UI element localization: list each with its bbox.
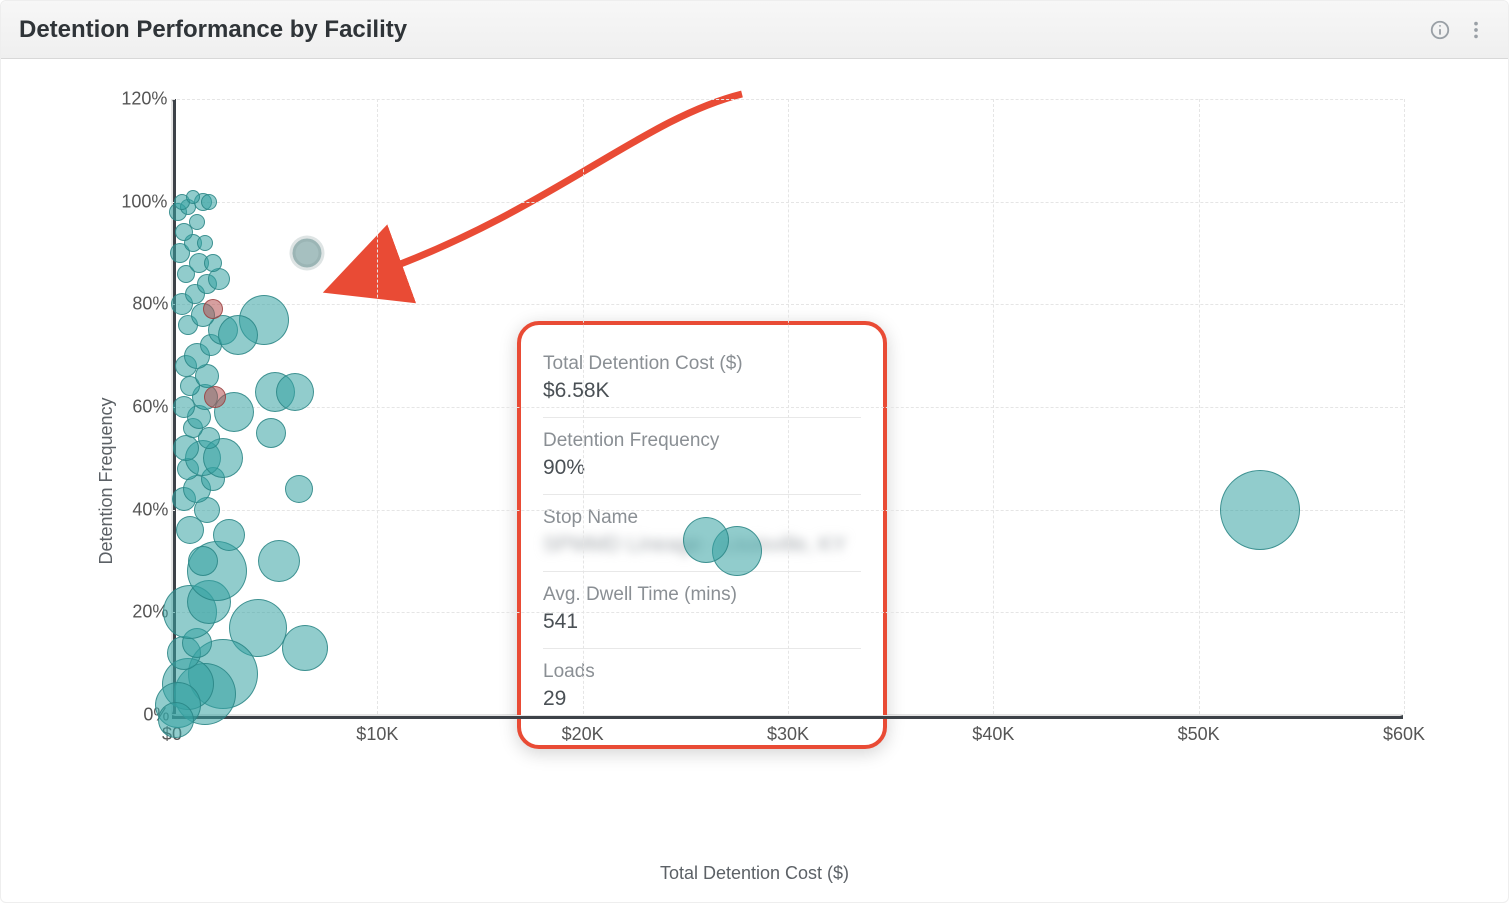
- x-tick-label: $10K: [356, 724, 398, 745]
- plot-region[interactable]: Total Detention Cost ($) $6.58K Detention …: [171, 99, 1403, 715]
- annotation-arrow: [522, 89, 782, 329]
- bubble[interactable]: [218, 315, 258, 355]
- card-title: Detention Performance by Facility: [19, 16, 1418, 44]
- bubble[interactable]: [285, 475, 313, 503]
- info-icon[interactable]: [1426, 16, 1454, 44]
- tooltip-value: 541: [543, 610, 861, 634]
- chart-area: Detention Frequency Total Detention Cost…: [1, 59, 1508, 902]
- x-tick-label: $60K: [1383, 724, 1425, 745]
- bubble[interactable]: [258, 540, 300, 582]
- x-tick-label: $50K: [1178, 724, 1220, 745]
- bubble[interactable]: [158, 702, 194, 738]
- bubble-selected[interactable]: [293, 239, 322, 268]
- tooltip-item: Detention Frequency 90%: [543, 418, 861, 495]
- bubble[interactable]: [188, 546, 218, 576]
- y-tick-label: 120%: [121, 89, 167, 110]
- bubble[interactable]: [683, 517, 729, 563]
- tooltip-value: $6.58K: [543, 379, 861, 403]
- y-tick-label: 80%: [132, 294, 168, 315]
- y-axis-label: Detention Frequency: [96, 397, 117, 564]
- x-tick-label: $20K: [562, 724, 604, 745]
- x-axis-label: Total Detention Cost ($): [660, 863, 849, 884]
- bubble[interactable]: [213, 519, 245, 551]
- y-tick-label: 60%: [132, 397, 168, 418]
- y-tick-label: 40%: [132, 499, 168, 520]
- tooltip-label: Avg. Dwell Time (mins): [543, 584, 861, 606]
- bubble[interactable]: [197, 235, 213, 251]
- bubble[interactable]: [186, 190, 200, 204]
- card-header: Detention Performance by Facility: [1, 1, 1508, 59]
- tooltip-item: Avg. Dwell Time (mins) 541: [543, 572, 861, 649]
- bubble[interactable]: [173, 435, 199, 461]
- bubble[interactable]: [276, 373, 314, 411]
- chart-card: Detention Performance by Facility Detent…: [0, 0, 1509, 903]
- tooltip-label: Loads: [543, 661, 861, 683]
- x-tick-label: $30K: [767, 724, 809, 745]
- x-tick-label: $40K: [972, 724, 1014, 745]
- bubble[interactable]: [256, 418, 286, 448]
- bubble[interactable]: [204, 254, 222, 272]
- more-menu-icon[interactable]: [1462, 16, 1490, 44]
- bubble[interactable]: [1220, 470, 1300, 550]
- tooltip-label: Detention Frequency: [543, 430, 861, 452]
- tooltip-value: 90%: [543, 456, 861, 480]
- bubble[interactable]: [282, 625, 328, 671]
- bubble[interactable]: [203, 299, 223, 319]
- tooltip-value: 29: [543, 687, 861, 711]
- bubble[interactable]: [189, 214, 205, 230]
- bubble[interactable]: [201, 194, 217, 210]
- tooltip-item: Loads 29: [543, 649, 861, 725]
- bubble[interactable]: [204, 386, 226, 408]
- tooltip-label: Total Detention Cost ($): [543, 353, 861, 375]
- y-tick-label: 100%: [121, 191, 167, 212]
